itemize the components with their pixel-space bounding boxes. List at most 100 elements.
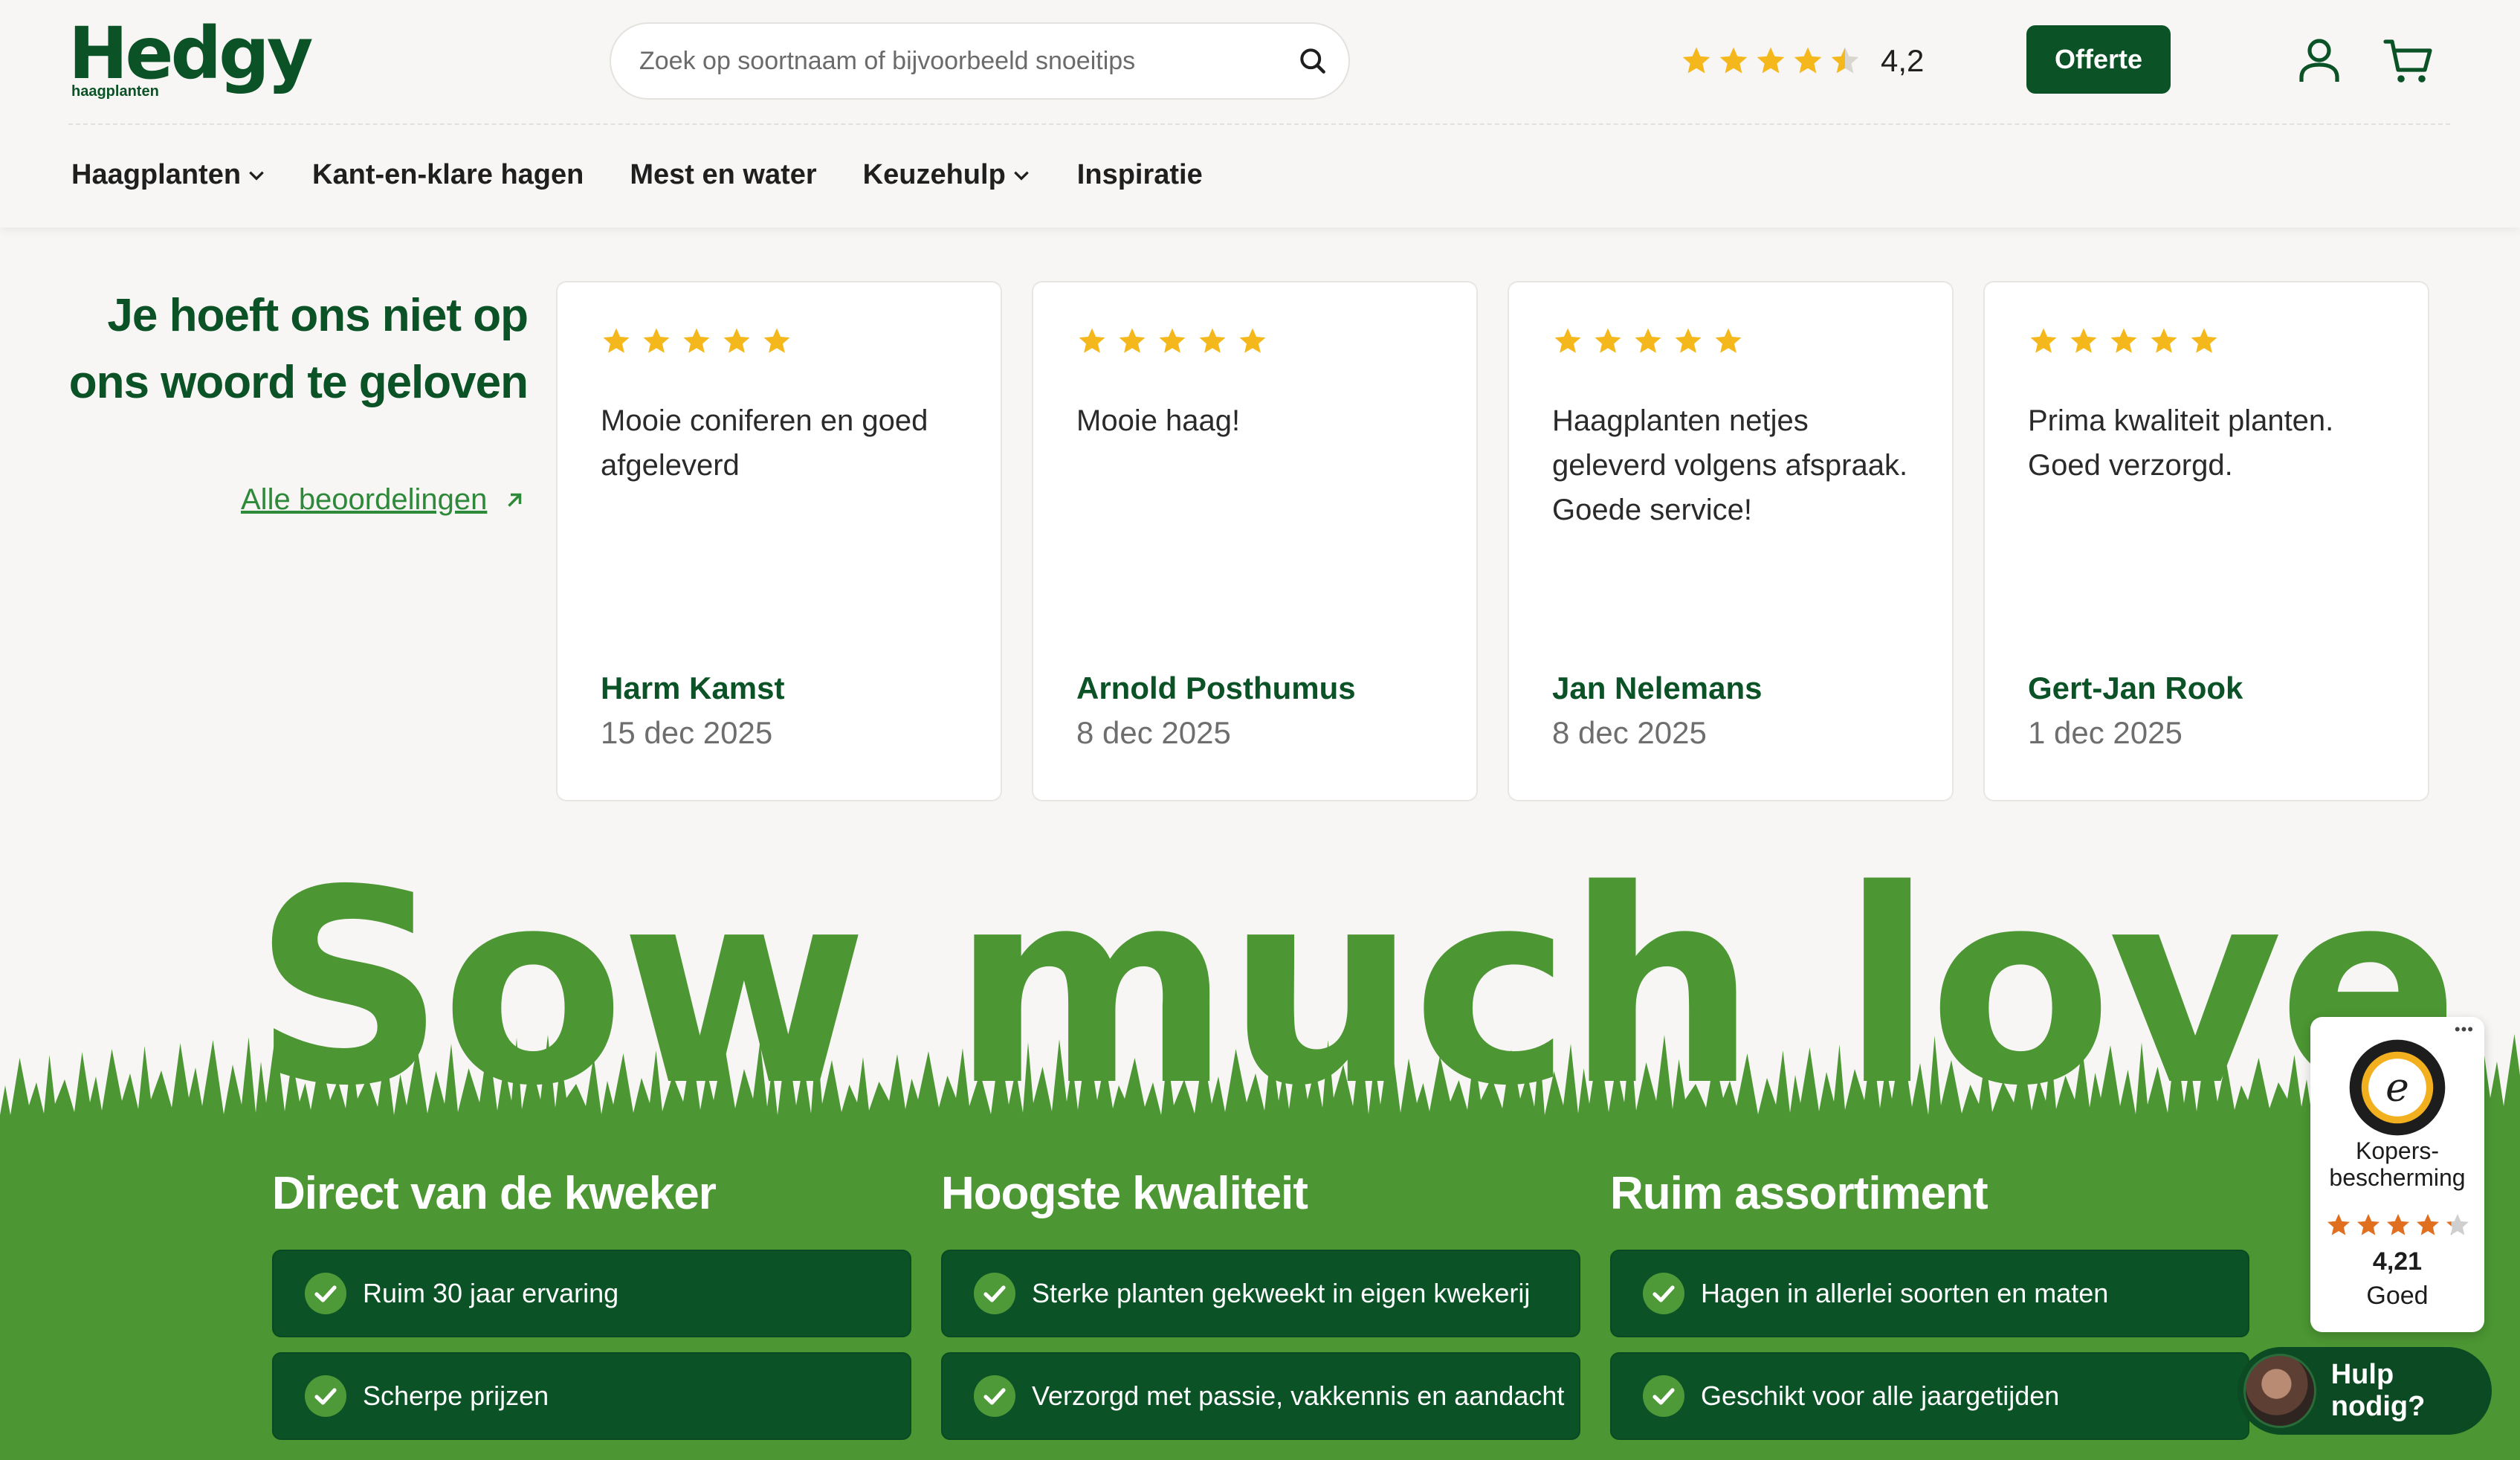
star-icon (2070, 328, 2097, 353)
nav-label: Haagplanten (71, 159, 242, 190)
hedgy-logo[interactable]: Hedgy haagplanten (68, 12, 313, 107)
usp-item-label: Hagen in allerlei soorten en maten (1701, 1278, 2109, 1308)
star-icon (763, 328, 790, 353)
star-icon (1239, 328, 1266, 353)
cart-icon[interactable] (2383, 37, 2434, 85)
usp-item: Geschikt voor alle jaargetijden (1610, 1352, 2249, 1440)
star-icon (1794, 47, 1822, 74)
review-text: Mooie coniferen en goed afgeleverd (601, 404, 928, 482)
check-circle-icon (1643, 1273, 1684, 1314)
usp-title: Ruim assortiment (1610, 1168, 1988, 1219)
trusted-shops-seal-icon: e (2349, 1039, 2446, 1136)
review-author: Arnold Posthumus (1076, 671, 1356, 705)
star-icon (2387, 1214, 2409, 1235)
star-icon (1635, 328, 1661, 353)
review-stars (1552, 326, 1744, 357)
star-icon (1595, 328, 1621, 353)
review-text: Mooie haag! (1076, 404, 1241, 437)
usp-column: Direct van de kweker Ruim 30 jaar ervari… (272, 1167, 911, 1455)
search-input[interactable] (639, 24, 1279, 98)
usp-column: Hoogste kwaliteit Sterke planten gekweek… (941, 1167, 1580, 1455)
site-header: Hedgy haagplanten 4,2 Offerte Haagplante… (0, 0, 2520, 227)
logo-wordmark: Hedgy (68, 12, 313, 95)
star-icon (1159, 328, 1186, 353)
review-stars (1076, 326, 1268, 357)
star-icon (1554, 328, 1581, 353)
usp-item-label: Scherpe prijzen (363, 1380, 549, 1411)
usp-item-label: Verzorgd met passie, vakkennis en aandac… (1032, 1380, 1565, 1411)
nav-item-inspiratie[interactable]: Inspiratie (1077, 159, 1203, 191)
review-stars (601, 326, 792, 357)
check-circle-icon (305, 1375, 346, 1417)
usp-item: Ruim 30 jaar ervaring (272, 1250, 911, 1337)
review-stars (2028, 326, 2220, 357)
nav-label: Kant-en-klare hagen (312, 159, 584, 190)
chevron-down-icon (249, 171, 264, 181)
all-reviews-label: Alle beoordelingen (241, 483, 488, 516)
usp-item: Sterke planten gekweekt in eigen kwekeri… (941, 1250, 1580, 1337)
ts-label: Kopers-bescherming (2329, 1137, 2466, 1191)
review-text: Prima kwaliteit planten. Goed verzorgd. (2028, 404, 2334, 482)
star-icon (1199, 328, 1226, 353)
star-icon (2357, 1214, 2380, 1235)
review-author: Jan Nelemans (1552, 671, 1763, 705)
review-card: Mooie haag! Arnold Posthumus 8 dec 2025 (1032, 281, 1478, 801)
help-chat-button[interactable]: Hulp nodig? (2238, 1347, 2492, 1435)
star-icon (723, 328, 750, 353)
usp-item-label: Geschikt voor alle jaargetijden (1701, 1380, 2060, 1411)
logo-subtitle: haagplanten (71, 83, 159, 100)
review-card: Prima kwaliteit planten. Goed verzorgd. … (1983, 281, 2429, 801)
nav-item-keuzehulp[interactable]: Keuzehulp (863, 159, 1031, 191)
star-icon (2446, 1214, 2469, 1235)
search-bar (610, 22, 1350, 100)
check-circle-icon (305, 1273, 346, 1314)
review-date: 15 dec 2025 (601, 715, 773, 750)
star-icon (1715, 328, 1742, 353)
arrow-up-right-icon (508, 493, 522, 507)
ts-grade: Goed (2366, 1282, 2429, 1310)
review-card: Haagplanten netjes geleverd volgens afsp… (1508, 281, 1954, 801)
main-nav: Haagplanten Kant-en-klare hagen Mest en … (71, 159, 1203, 191)
usp-item: Verzorgd met passie, vakkennis en aandac… (941, 1352, 1580, 1440)
usp-item: Scherpe prijzen (272, 1352, 911, 1440)
usp-item: Hagen in allerlei soorten en maten (1610, 1250, 2249, 1337)
user-icon[interactable] (2297, 37, 2342, 85)
svg-text:e: e (2385, 1063, 2409, 1110)
review-date: 1 dec 2025 (2028, 715, 2183, 750)
offerte-button[interactable]: Offerte (2026, 25, 2171, 94)
review-author: Harm Kamst (601, 671, 785, 705)
star-icon (1757, 47, 1785, 74)
star-icon (1719, 47, 1748, 74)
search-icon[interactable] (1296, 45, 1329, 77)
star-icon (1831, 47, 1859, 74)
shop-rating[interactable]: 4,2 (1680, 42, 1924, 80)
star-icon (1682, 47, 1710, 74)
star-icon (2151, 328, 2177, 353)
star-icon (2327, 1214, 2350, 1235)
more-options-icon[interactable]: ••• (2455, 1020, 2474, 1039)
rating-stars (1680, 45, 1861, 77)
chevron-down-icon (1013, 171, 1029, 181)
usp-item-label: Sterke planten gekweekt in eigen kwekeri… (1032, 1278, 1531, 1308)
star-icon (1079, 328, 1105, 353)
nav-label: Inspiratie (1076, 159, 1203, 190)
all-reviews-link[interactable]: Alle beoordelingen (241, 483, 526, 517)
star-icon (683, 328, 710, 353)
review-author: Gert-Jan Rook (2028, 671, 2243, 705)
ts-score: 4,21 (2372, 1247, 2423, 1276)
help-label: Hulp nodig? (2330, 1359, 2426, 1422)
trusted-shops-widget[interactable]: ••• e Kopers-bescherming 4,21 Goed (2310, 1017, 2484, 1332)
nav-item-haagplanten[interactable]: Haagplanten (71, 159, 266, 191)
check-circle-icon (974, 1273, 1015, 1314)
review-card: Mooie coniferen en goed afgeleverd Harm … (556, 281, 1002, 801)
star-icon (1675, 328, 1702, 353)
review-date: 8 dec 2025 (1552, 715, 1707, 750)
nav-item-kant-en-klare-hagen[interactable]: Kant-en-klare hagen (312, 159, 584, 191)
star-icon (2191, 328, 2217, 353)
nav-item-mest-en-water[interactable]: Mest en water (630, 159, 816, 191)
usp-item-label: Ruim 30 jaar ervaring (363, 1278, 619, 1308)
header-divider (68, 123, 2450, 125)
check-circle-icon (974, 1375, 1015, 1417)
help-avatar (2243, 1354, 2316, 1428)
rating-value: 4,2 (1881, 43, 1925, 78)
